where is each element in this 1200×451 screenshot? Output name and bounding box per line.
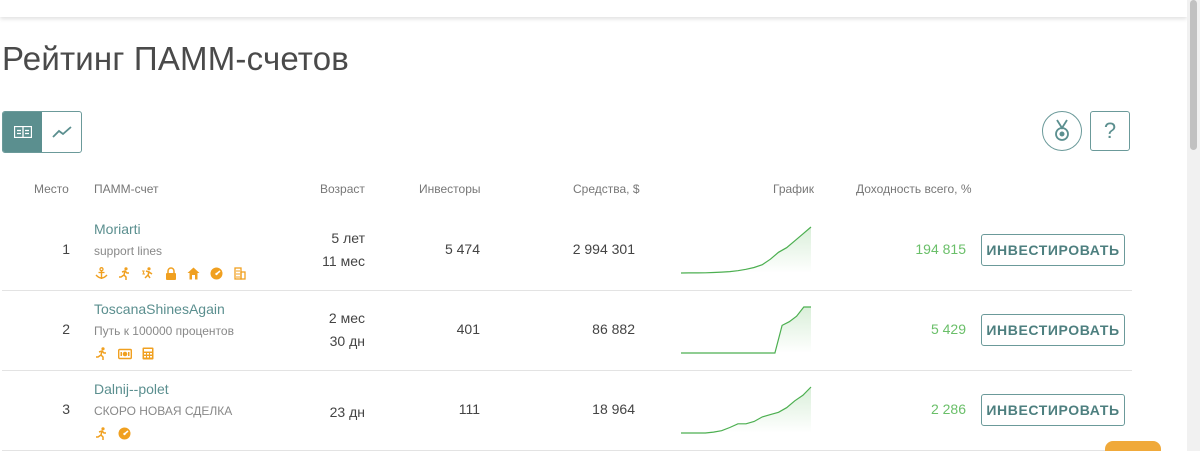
- lightning-runner-icon[interactable]: [140, 266, 155, 281]
- header-funds: Средства, $: [573, 182, 640, 196]
- view-toggle: [2, 111, 82, 153]
- table-view-button[interactable]: [3, 112, 42, 152]
- runner-icon[interactable]: [117, 266, 132, 281]
- account-subtitle: Путь к 100000 процентов: [94, 324, 234, 338]
- row-funds: 2 994 301: [572, 241, 635, 257]
- account-subtitle: support lines: [94, 244, 163, 258]
- age-line-1: 5 лет: [331, 230, 365, 246]
- header-yield: Доходность всего, %: [856, 182, 972, 196]
- row-yield: 2 286: [930, 401, 966, 417]
- account-name-link[interactable]: Moriarti: [94, 221, 141, 237]
- row-sparkline: [680, 226, 812, 274]
- row-investors: 5 474: [444, 241, 480, 257]
- top-bar: [0, 0, 1187, 17]
- row-age: 5 лет 11 мес: [290, 227, 365, 273]
- row-rank: 3: [62, 401, 70, 417]
- runner-icon[interactable]: [94, 426, 109, 441]
- account-badges: [94, 266, 247, 281]
- age-line-2: 30 дн: [329, 333, 365, 349]
- account-name-link[interactable]: ToscanaShinesAgain: [94, 301, 225, 317]
- table-row: 1 Moriarti support lines 5 лет 11 мес 5 …: [0, 211, 1132, 291]
- invest-button[interactable]: ИНВЕСТИРОВАТЬ: [981, 314, 1125, 346]
- header-age: Возраст: [320, 182, 365, 196]
- calculator-icon[interactable]: [140, 346, 155, 361]
- invest-button[interactable]: ИНВЕСТИРОВАТЬ: [981, 234, 1125, 266]
- speedometer-icon[interactable]: [209, 266, 224, 281]
- lock-icon[interactable]: [163, 266, 178, 281]
- row-age: 23 дн: [290, 401, 365, 424]
- page-title: Рейтинг ПАММ-счетов: [2, 40, 350, 77]
- table-row: 2 ToscanaShinesAgain Путь к 100000 проце…: [0, 291, 1132, 371]
- row-rank: 2: [62, 321, 70, 337]
- row-yield: 5 429: [930, 321, 966, 337]
- runner-icon[interactable]: [94, 346, 109, 361]
- age-line-1: 23 дн: [329, 404, 365, 420]
- age-line-2: 11 мес: [322, 253, 365, 269]
- medal-icon: [1055, 119, 1069, 141]
- chart-view-button[interactable]: [42, 112, 81, 152]
- sparkline-area: [681, 307, 811, 353]
- header-rank: Место: [34, 182, 69, 196]
- trend-chart-icon: [51, 126, 72, 138]
- invest-button[interactable]: ИНВЕСТИРОВАТЬ: [981, 394, 1125, 426]
- header-chart: График: [773, 182, 814, 196]
- account-name-link[interactable]: Dalnij--polet: [94, 381, 169, 397]
- row-investors: 111: [458, 401, 480, 417]
- coins-icon[interactable]: [232, 266, 247, 281]
- header-investors: Инвесторы: [419, 182, 481, 196]
- row-rank: 1: [62, 241, 70, 257]
- row-funds: 18 964: [592, 401, 635, 417]
- cash-icon[interactable]: [117, 346, 132, 361]
- help-button[interactable]: ?: [1090, 111, 1130, 151]
- table-row: 3 Dalnij--polet СКОРО НОВАЯ СДЕЛКА 23 дн…: [0, 371, 1132, 451]
- age-line-1: 2 мес: [328, 310, 365, 326]
- row-yield: 194 815: [915, 241, 966, 257]
- sparkline-area: [681, 227, 811, 273]
- table-icon: [13, 126, 32, 138]
- row-age: 2 мес 30 дн: [290, 307, 365, 353]
- chat-widget-tab[interactable]: [1105, 441, 1161, 451]
- account-badges: [94, 346, 155, 361]
- medal-button[interactable]: [1042, 111, 1082, 151]
- account-subtitle: СКОРО НОВАЯ СДЕЛКА: [94, 404, 233, 418]
- anchor-icon[interactable]: [94, 266, 109, 281]
- scrollbar[interactable]: [1187, 0, 1200, 451]
- speedometer-icon[interactable]: [117, 426, 132, 441]
- header-account: ПАММ-счет: [94, 182, 159, 196]
- row-investors: 401: [456, 321, 480, 337]
- row-funds: 86 882: [592, 321, 635, 337]
- home-icon[interactable]: [186, 266, 201, 281]
- scrollbar-thumb[interactable]: [1190, 0, 1197, 150]
- account-badges: [94, 426, 132, 441]
- sparkline-area: [681, 387, 811, 433]
- row-sparkline: [681, 386, 812, 434]
- row-sparkline: [681, 306, 811, 354]
